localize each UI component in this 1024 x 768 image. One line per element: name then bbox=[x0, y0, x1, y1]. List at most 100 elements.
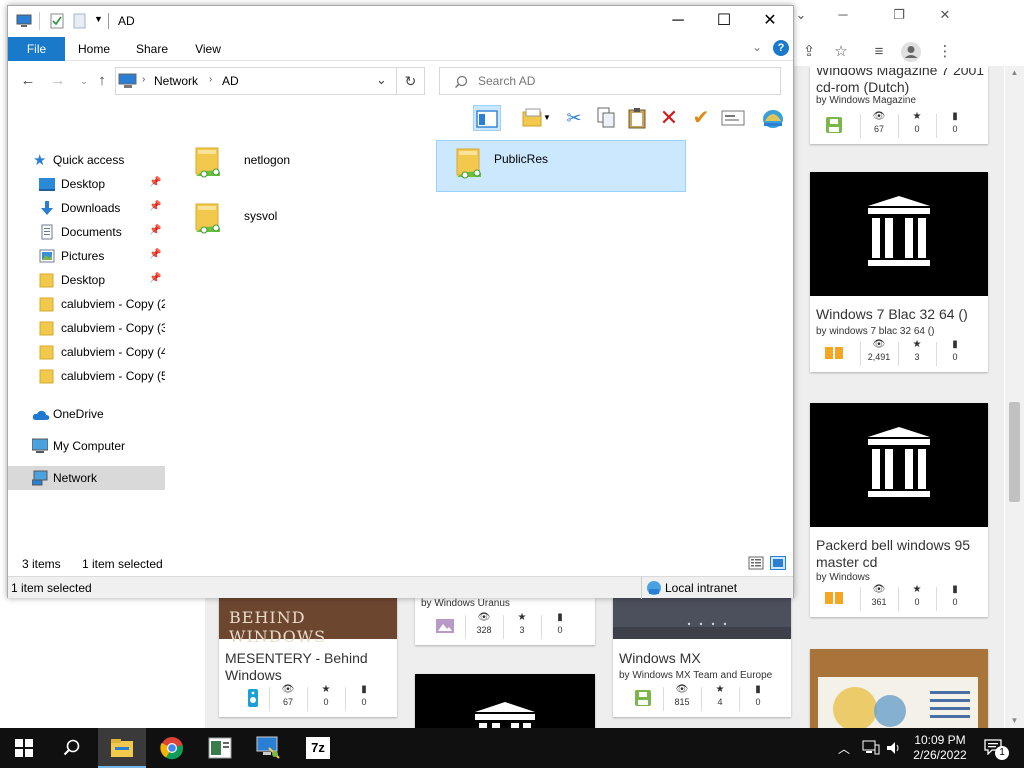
scrollbar-thumb[interactable] bbox=[1009, 402, 1020, 502]
delete-x-icon[interactable]: ✕ bbox=[655, 105, 683, 131]
tab-share[interactable]: Share bbox=[130, 37, 174, 61]
title-bar[interactable]: ▼ AD ─ ☐ ✕ bbox=[8, 6, 793, 36]
expand-ribbon-chevron-icon[interactable]: ⌄ bbox=[752, 40, 762, 54]
nav-item-downloads[interactable]: Downloads 📌 bbox=[8, 196, 165, 220]
result-card[interactable]: Windows Magazine 7 2001 cd-rom (Dutch) b… bbox=[810, 66, 988, 144]
nav-network[interactable]: Network bbox=[8, 466, 165, 490]
taskbar-file-explorer[interactable] bbox=[98, 728, 146, 768]
nav-quick-access[interactable]: ★ Quick access bbox=[8, 148, 165, 172]
result-card[interactable]: by Windows Uranus 👁 328 ★ 3 ▮ 0 bbox=[415, 597, 595, 645]
taskbar-7zip[interactable]: 7z bbox=[294, 728, 342, 768]
archive-logo-thumbnail[interactable] bbox=[810, 172, 988, 296]
card-title[interactable]: Windows Magazine 7 2001 cd-rom (Dutch) bbox=[816, 68, 986, 96]
browser-minimize-button[interactable]: ─ bbox=[828, 4, 858, 26]
paste-clipboard-icon[interactable] bbox=[623, 105, 651, 131]
folder-item-sysvol[interactable]: sysvol bbox=[176, 196, 426, 248]
forward-arrow-icon[interactable]: → bbox=[48, 72, 68, 90]
result-card[interactable]: Packerd bell windows 95 master cd by Win… bbox=[810, 403, 988, 617]
close-button[interactable]: ✕ bbox=[747, 6, 793, 36]
network-status-icon[interactable] bbox=[862, 740, 880, 756]
back-arrow-icon[interactable]: ← bbox=[18, 72, 38, 90]
tab-file[interactable]: File bbox=[8, 37, 65, 61]
rename-checkmark-icon[interactable]: ✔ bbox=[687, 105, 715, 131]
start-button[interactable] bbox=[0, 728, 48, 768]
properties-panel-icon[interactable] bbox=[719, 105, 747, 131]
media-queue-icon[interactable]: ≡ bbox=[866, 40, 892, 64]
recent-locations-chevron-icon[interactable]: ⌄ bbox=[74, 72, 94, 90]
tab-home[interactable]: Home bbox=[70, 37, 118, 61]
profile-avatar-icon[interactable] bbox=[898, 40, 924, 64]
browser-restore-button[interactable]: ❐ bbox=[884, 4, 914, 26]
album-art-thumbnail[interactable]: BEHIND WINDOWS bbox=[219, 597, 397, 646]
card-byline[interactable]: by Windows MX Team and Europe bbox=[619, 670, 772, 681]
result-card[interactable] bbox=[415, 674, 595, 728]
folder-item-netlogon[interactable]: netlogon bbox=[176, 140, 426, 192]
cut-scissors-icon[interactable]: ✂ bbox=[560, 105, 588, 131]
minimize-button[interactable]: ─ bbox=[655, 6, 701, 36]
clock[interactable]: 10:09 PM 2/26/2022 bbox=[900, 733, 980, 763]
quick-access-toolbar-dropdown-icon[interactable]: ▼ bbox=[94, 14, 103, 24]
result-card[interactable]: BEHIND WINDOWS MESENTERY - Behind Window… bbox=[219, 597, 397, 717]
search-button[interactable] bbox=[48, 728, 96, 768]
nav-item-pictures[interactable]: Pictures 📌 bbox=[8, 244, 165, 268]
nav-item-copy-2[interactable]: calubviem - Copy (2) bbox=[8, 292, 165, 316]
card-title[interactable]: Windows 7 Blac 32 64 () bbox=[816, 306, 968, 323]
card-byline[interactable]: by Windows Uranus bbox=[421, 598, 510, 609]
browser-close-button[interactable]: ✕ bbox=[930, 4, 960, 26]
search-input[interactable] bbox=[478, 73, 768, 89]
nav-item-documents[interactable]: Documents 📌 bbox=[8, 220, 165, 244]
card-byline[interactable]: by Windows Magazine bbox=[816, 95, 916, 106]
share-icon[interactable]: ⇪ bbox=[796, 40, 822, 64]
bookmark-star-icon[interactable]: ☆ bbox=[828, 40, 854, 64]
new-folder-menu-button[interactable]: ▼ bbox=[513, 105, 553, 131]
network-shell-icon[interactable] bbox=[759, 105, 787, 131]
browser-scrollbar[interactable]: ▲ ▼ bbox=[1005, 66, 1024, 728]
pin-icon[interactable]: 📌 bbox=[149, 225, 161, 236]
pin-icon[interactable]: 📌 bbox=[149, 201, 161, 212]
nav-item-copy-4[interactable]: calubviem - Copy (4) bbox=[8, 340, 165, 364]
nav-onedrive[interactable]: OneDrive bbox=[8, 402, 165, 426]
show-hidden-icons-chevron-icon[interactable]: ︿ bbox=[838, 740, 850, 757]
nav-item-copy-5[interactable]: calubviem - Copy (5) bbox=[8, 364, 165, 388]
nav-item-desktop[interactable]: Desktop 📌 bbox=[8, 172, 165, 196]
taskbar-chrome[interactable] bbox=[148, 728, 196, 768]
result-card[interactable]: Windows 7 Blac 32 64 () by windows 7 bla… bbox=[810, 172, 988, 372]
properties-checkmark-icon[interactable] bbox=[49, 13, 65, 29]
breadcrumb-ad[interactable]: AD bbox=[222, 74, 239, 88]
refresh-button[interactable]: ↻ bbox=[397, 67, 425, 95]
pin-icon[interactable]: 📌 bbox=[149, 177, 161, 188]
details-view-icon[interactable] bbox=[748, 556, 764, 570]
scroll-up-arrow-icon[interactable]: ▲ bbox=[1005, 66, 1024, 80]
nav-item-desktop-folder[interactable]: Desktop 📌 bbox=[8, 268, 165, 292]
browser-menu-icon[interactable]: ⋮ bbox=[932, 40, 958, 64]
address-history-chevron-icon[interactable]: ⌄ bbox=[376, 72, 387, 88]
tab-view[interactable]: View bbox=[186, 37, 230, 61]
archive-logo-thumbnail[interactable] bbox=[810, 403, 988, 527]
result-card[interactable] bbox=[810, 649, 988, 729]
scroll-down-arrow-icon[interactable]: ▼ bbox=[1005, 714, 1024, 728]
preview-pane-button[interactable] bbox=[473, 105, 501, 131]
taskbar-network-app[interactable] bbox=[244, 728, 292, 768]
notification-center-button[interactable]: 1 bbox=[982, 738, 1012, 760]
magazine-photo-thumbnail[interactable] bbox=[810, 649, 988, 729]
help-icon[interactable]: ? bbox=[773, 40, 789, 56]
result-card[interactable]: Windows MX by Windows MX Team and Europe… bbox=[613, 597, 791, 717]
archive-logo-thumbnail[interactable] bbox=[415, 674, 595, 728]
large-icons-view-icon[interactable] bbox=[770, 556, 786, 570]
breadcrumb-network[interactable]: Network bbox=[154, 74, 198, 88]
folder-item-publicres[interactable]: PublicRes bbox=[436, 140, 686, 192]
nav-item-copy-3[interactable]: calubviem - Copy (3) bbox=[8, 316, 165, 340]
new-folder-icon[interactable] bbox=[71, 13, 87, 29]
address-bar[interactable]: › Network › AD ⌄ bbox=[115, 67, 397, 95]
pin-icon[interactable]: 📌 bbox=[149, 249, 161, 260]
up-arrow-icon[interactable]: ↑ bbox=[92, 72, 112, 90]
card-title[interactable]: Windows MX bbox=[619, 650, 701, 667]
screenshot-thumbnail[interactable] bbox=[613, 597, 791, 639]
copy-icon[interactable] bbox=[592, 105, 620, 131]
card-title[interactable]: MESENTERY - Behind Windows bbox=[225, 650, 395, 684]
card-title[interactable]: Packerd bell windows 95 master cd bbox=[816, 537, 986, 571]
maximize-button[interactable]: ☐ bbox=[701, 6, 747, 36]
taskbar-app-window[interactable] bbox=[196, 728, 244, 768]
pin-icon[interactable]: 📌 bbox=[149, 273, 161, 284]
nav-my-computer[interactable]: My Computer bbox=[8, 434, 165, 458]
